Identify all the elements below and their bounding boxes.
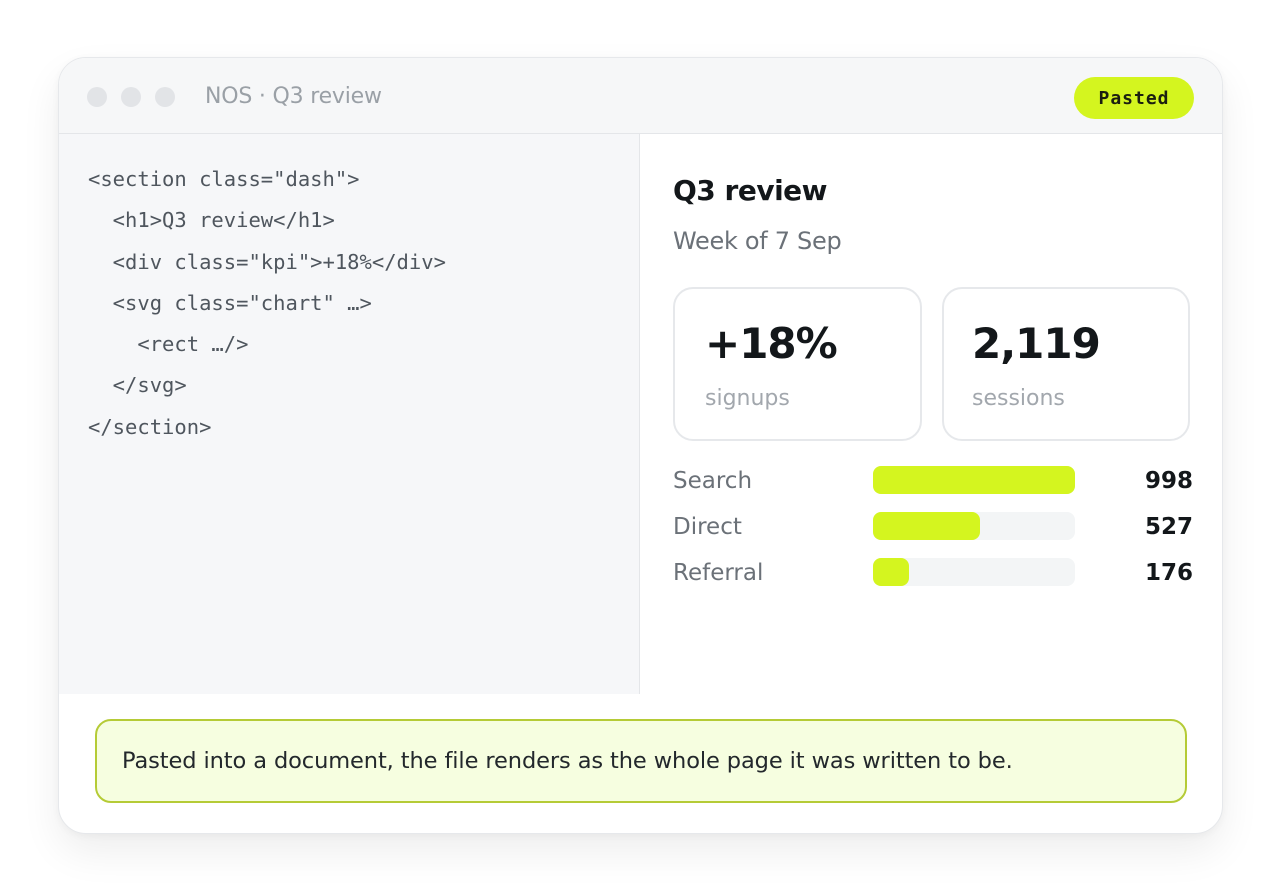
bar-track	[873, 558, 1075, 586]
window-minimize-dot[interactable]	[121, 87, 141, 107]
kpi-card-signups: +18% signups	[673, 287, 922, 441]
code-line: </svg>	[88, 373, 187, 398]
kpi-card-sessions: 2,119 sessions	[942, 287, 1190, 441]
bar-label: Direct	[673, 514, 742, 540]
bar-fill	[873, 512, 980, 540]
bar-fill	[873, 466, 1075, 494]
bar-row-direct: Direct 527	[673, 510, 1193, 556]
kpi-label: signups	[705, 386, 790, 411]
bar-track	[873, 512, 1075, 540]
title-bar: NOS · Q3 review Pasted	[59, 58, 1222, 134]
code-line: <section class="dash">	[88, 167, 360, 191]
page-title: Q3 review	[673, 174, 828, 207]
page-subtitle: Week of 7 Sep	[673, 227, 842, 255]
pasted-badge: Pasted	[1074, 77, 1194, 119]
window-maximize-dot[interactable]	[155, 87, 175, 107]
code-line: </section>	[88, 414, 212, 439]
code-line: <h1>Q3 review</h1>	[88, 208, 335, 233]
window-title: NOS · Q3 review	[205, 84, 382, 109]
bar-label: Referral	[673, 560, 764, 586]
bar-value: 527	[1144, 514, 1193, 540]
bar-value: 998	[1144, 468, 1193, 494]
bar-fill	[873, 558, 909, 586]
code-pane: <section class="dash"> <h1>Q3 review</h1…	[59, 134, 640, 694]
app-window: NOS · Q3 review Pasted <section class="d…	[58, 57, 1223, 834]
kpi-value: 2,119	[972, 319, 1101, 368]
code-line: <div class="kpi">+18%</div>	[88, 249, 446, 274]
traffic-bar-list: Search 998 Direct 527 Referral 176	[673, 464, 1193, 602]
bar-value: 176	[1144, 560, 1193, 586]
rendered-preview: Q3 review Week of 7 Sep +18% signups 2,1…	[641, 134, 1222, 694]
window-close-dot[interactable]	[87, 87, 107, 107]
kpi-label: sessions	[972, 386, 1065, 411]
bar-label: Search	[673, 468, 753, 494]
bar-row-referral: Referral 176	[673, 556, 1193, 602]
bar-row-search: Search 998	[673, 464, 1193, 510]
caption-note: Pasted into a document, the file renders…	[95, 719, 1187, 803]
bar-track	[873, 466, 1075, 494]
kpi-value: +18%	[705, 319, 838, 368]
code-line: <rect …/>	[88, 332, 249, 357]
code-line: <svg class="chart" …>	[88, 290, 372, 315]
